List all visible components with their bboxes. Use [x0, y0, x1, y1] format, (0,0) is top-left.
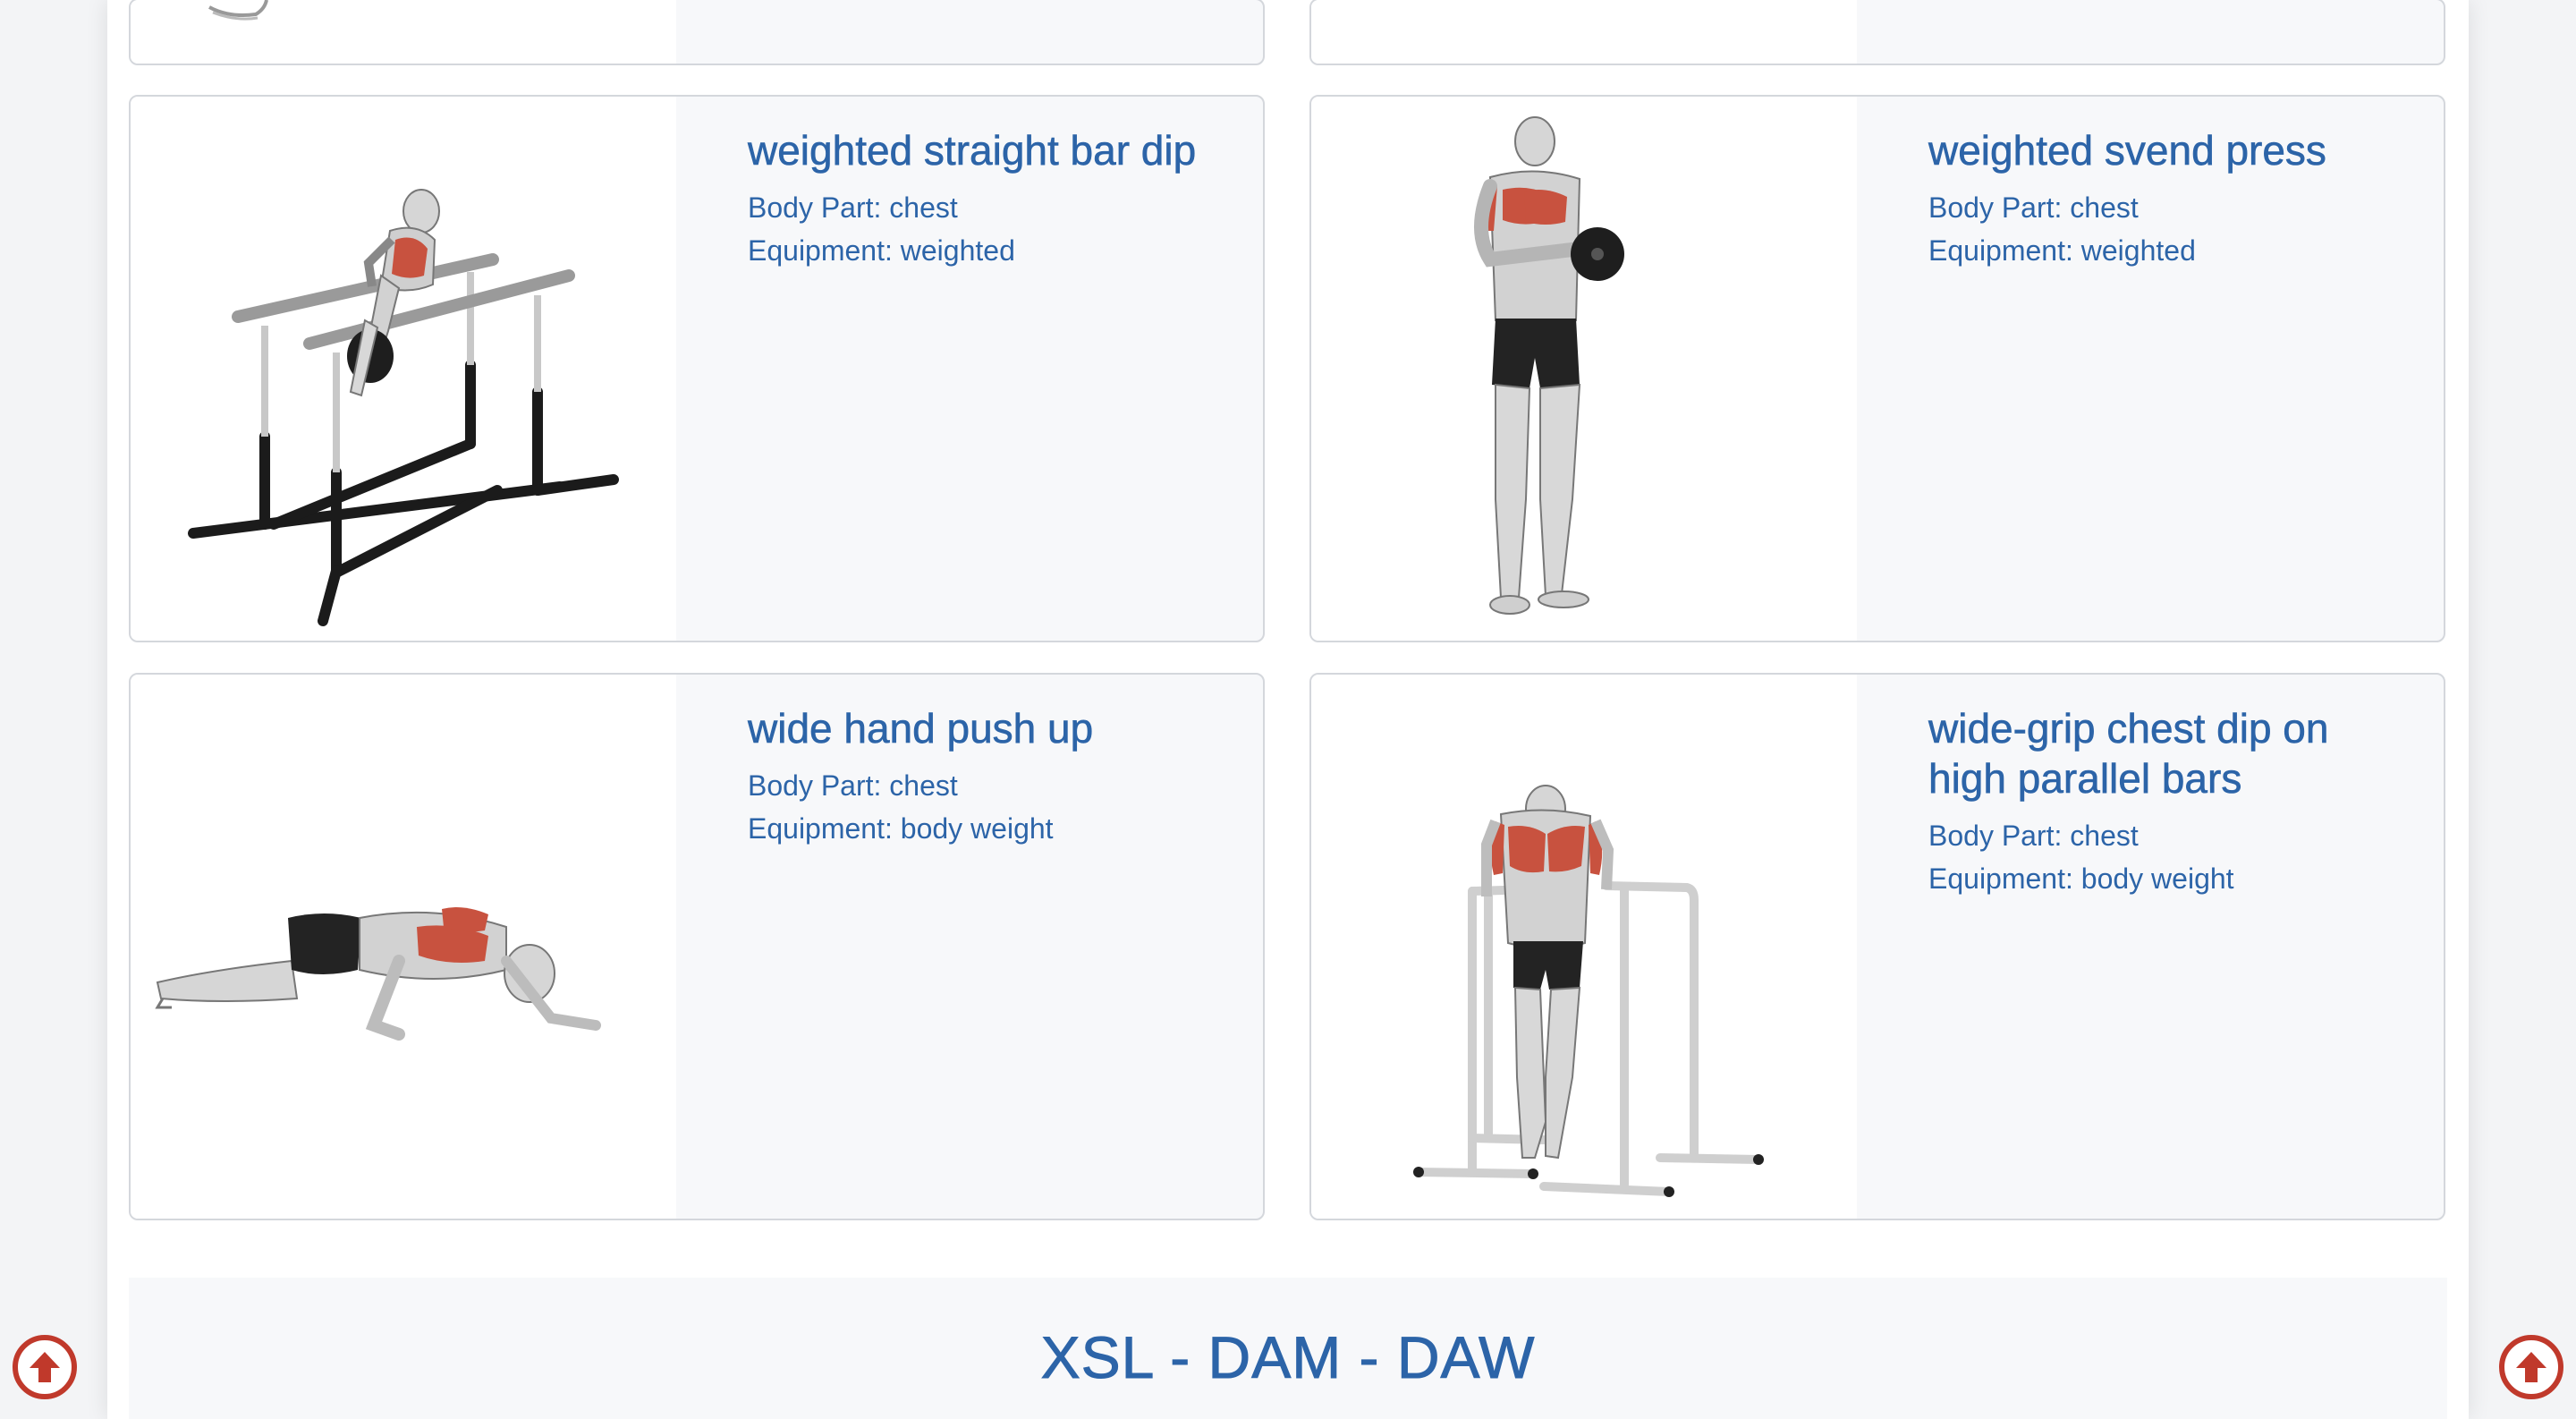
exercise-title[interactable]: weighted straight bar dip [748, 125, 1197, 175]
wide-hand-push-up-illustration [155, 907, 601, 1041]
scroll-top-button[interactable] [13, 1335, 77, 1399]
exercise-title[interactable]: wide-grip chest dip on high parallel bar… [1928, 703, 2408, 803]
exercise-equipment: Equipment: weighted [1928, 234, 2196, 267]
svend-press-illustration [1474, 116, 1624, 615]
exercise-body-part: Body Part: chest [748, 769, 958, 802]
exercise-illustration [208, 0, 268, 21]
exercise-image [1311, 97, 1857, 641]
exercise-image [131, 97, 676, 641]
page-container: weighted straight bar dip Body Part: che… [107, 0, 2469, 1419]
footer: XSL - DAM - DAW [129, 1278, 2447, 1419]
exercise-card[interactable]: wide-grip chest dip on high parallel bar… [1309, 673, 2445, 1220]
exercise-body-part: Body Part: chest [1928, 191, 2139, 224]
exercise-card[interactable]: wide hand push up Body Part: chest Equip… [129, 673, 1265, 1220]
exercise-card-partial[interactable] [129, 0, 1265, 65]
exercise-image [131, 675, 676, 1219]
straight-bar-dip-illustration [188, 189, 619, 626]
chest-dip-parallel-bars-illustration [1413, 785, 1764, 1197]
exercise-card-partial[interactable] [1309, 0, 2445, 65]
exercise-card[interactable]: weighted straight bar dip Body Part: che… [129, 95, 1265, 642]
exercise-equipment: Equipment: body weight [748, 812, 1054, 845]
exercise-title[interactable]: weighted svend press [1928, 125, 2327, 175]
exercise-image [131, 0, 676, 64]
exercise-equipment: Equipment: body weight [1928, 862, 2234, 895]
exercise-body-part: Body Part: chest [1928, 820, 2139, 852]
exercise-image [1311, 675, 1857, 1219]
footer-brand: XSL - DAM - DAW [1040, 1324, 1536, 1391]
arrow-up-circle-icon [2516, 1352, 2546, 1382]
scroll-top-button[interactable] [2499, 1335, 2563, 1399]
exercise-image [1311, 0, 1857, 64]
exercise-card[interactable]: weighted svend press Body Part: chest Eq… [1309, 95, 2445, 642]
exercise-body-part: Body Part: chest [748, 191, 958, 224]
exercise-title[interactable]: wide hand push up [748, 703, 1094, 753]
exercise-equipment: Equipment: weighted [748, 234, 1015, 267]
arrow-up-circle-icon [30, 1352, 60, 1382]
